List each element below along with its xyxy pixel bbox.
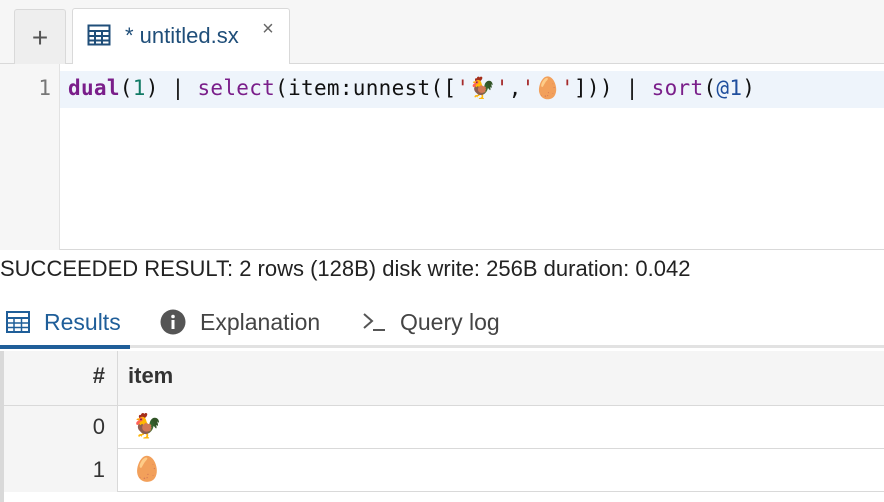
- cell-item[interactable]: 🥚: [132, 455, 162, 484]
- terminal-prompt-icon: [363, 313, 385, 331]
- code-token-dual: dual: [68, 76, 120, 100]
- table-row[interactable]: 1 🥚: [4, 449, 884, 492]
- code-token: ])) |: [573, 76, 652, 100]
- info-circle-icon: [160, 309, 186, 335]
- tab-title: * untitled.sx: [125, 23, 239, 48]
- query-status: SUCCEEDED RESULT: 2 rows (128B) disk wri…: [0, 256, 691, 281]
- table-header: # item: [4, 351, 884, 406]
- code-token: ,: [508, 76, 522, 100]
- active-tab-indicator: [0, 345, 130, 349]
- code-token: (: [703, 76, 717, 100]
- close-icon[interactable]: ×: [259, 19, 277, 39]
- column-header-item[interactable]: item: [128, 363, 173, 389]
- row-index: 0: [4, 406, 118, 449]
- code-token-ref: @1: [716, 76, 743, 100]
- code-token: (: [119, 76, 133, 100]
- code-line-active[interactable]: dual(1) | select(item:unnest(['🐓','🥚']))…: [60, 71, 884, 108]
- tab-results-label: Results: [44, 308, 121, 335]
- table-row[interactable]: 0 🐓: [4, 406, 884, 449]
- code-token-string-egg: '🥚': [521, 76, 574, 100]
- code-editor[interactable]: 1 dual(1) | select(item:unnest(['🐓','🥚']…: [0, 64, 884, 250]
- plus-icon: +: [31, 21, 49, 53]
- line-number: 1: [38, 76, 51, 100]
- editor-tab-strip: + * untitled.sx ×: [0, 0, 884, 65]
- tab-untitled[interactable]: * untitled.sx ×: [72, 8, 290, 65]
- tab-explanation[interactable]: Explanation: [160, 296, 320, 348]
- tab-explanation-label: Explanation: [200, 308, 321, 335]
- code-token-sort: sort: [651, 76, 704, 100]
- code-token-string-rooster: '🐓': [456, 76, 509, 100]
- code-token-number: 1: [132, 76, 146, 100]
- cell-item[interactable]: 🐓: [132, 412, 162, 441]
- code-token: ) |: [145, 76, 198, 100]
- sx-file-icon: [87, 24, 111, 46]
- code-token: ): [742, 76, 756, 100]
- results-table: # item 0 🐓 1 🥚: [0, 351, 884, 502]
- result-tabs: Results Explanation Query log: [0, 296, 884, 348]
- tab-query-log[interactable]: Query log: [362, 296, 500, 348]
- new-tab-button[interactable]: +: [14, 9, 66, 65]
- tab-results[interactable]: Results: [6, 296, 121, 348]
- code-text[interactable]: dual(1) | select(item:unnest(['🐓','🥚']))…: [68, 76, 755, 101]
- tab-query-log-label: Query log: [400, 308, 500, 335]
- column-header-index[interactable]: #: [4, 351, 118, 406]
- table-grid-icon: [6, 311, 30, 333]
- code-token-select: select: [197, 76, 276, 100]
- line-gutter: 1: [0, 64, 60, 250]
- code-token: (item:unnest([: [275, 76, 457, 100]
- row-index: 1: [4, 449, 118, 492]
